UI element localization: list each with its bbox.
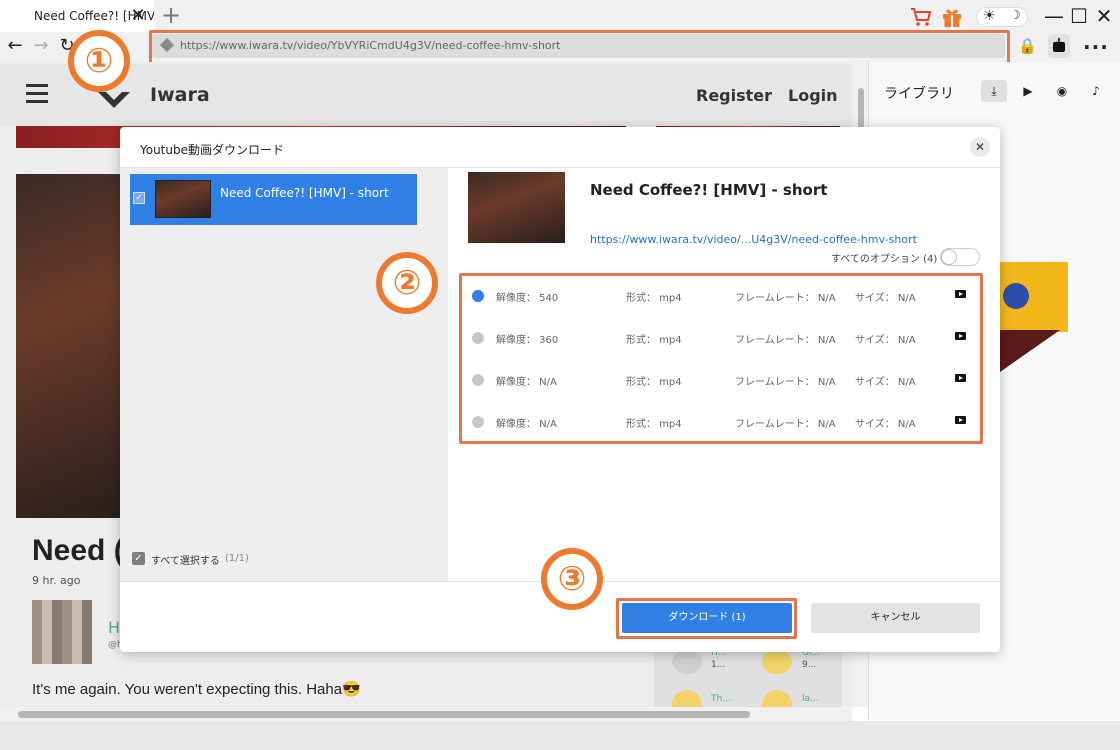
video-player[interactable] <box>16 174 120 518</box>
commenter-name[interactable]: H <box>108 618 120 637</box>
scrollbar-thumb[interactable] <box>18 711 750 718</box>
tab-close-icon[interactable]: ✕ <box>128 6 148 26</box>
select-count: (1/1) <box>225 553 249 564</box>
lock-icon[interactable]: 🔒 <box>1018 37 1037 55</box>
highlight-address-bar <box>149 30 1010 65</box>
size: サイズ： N/A <box>855 419 916 430</box>
video-preview <box>468 172 565 243</box>
cart-icon[interactable] <box>910 7 932 27</box>
close-icon[interactable]: ✕ <box>1092 4 1116 28</box>
sun-icon[interactable]: ☀ <box>983 8 996 24</box>
moon-icon[interactable]: ☽ <box>1010 8 1021 22</box>
resolution: 解像度： N/A <box>496 377 557 388</box>
framerate: フレームレート： N/A <box>735 419 836 430</box>
menu-icon[interactable] <box>26 84 48 103</box>
select-all-checkbox[interactable]: ✓ <box>132 552 145 565</box>
status-bar <box>0 721 1120 750</box>
size: サイズ： N/A <box>855 335 916 346</box>
item-checkbox[interactable]: ✓ <box>133 192 145 204</box>
format-row[interactable]: 解像度： N/A 形式： mp4 フレームレート： N/A サイズ： N/A <box>468 364 978 394</box>
format-row[interactable]: 解像度： 360 形式： mp4 フレームレート： N/A サイズ： N/A <box>468 322 978 352</box>
item-label: Need Coffee?! [HMV] - short <box>220 186 389 200</box>
dialog-title: Youtube動画ダウンロード <box>140 143 284 157</box>
resolution: 解像度： N/A <box>496 419 557 430</box>
resolution: 解像度： 360 <box>496 335 559 346</box>
format-radio[interactable] <box>472 416 484 428</box>
resolution: 解像度： 540 <box>496 293 559 304</box>
format-radio[interactable] <box>472 374 484 386</box>
item-thumbnail <box>155 180 211 218</box>
avatar[interactable] <box>762 650 792 674</box>
forward-icon[interactable]: → <box>30 34 52 58</box>
framerate: フレームレート： N/A <box>735 335 836 346</box>
select-all-label[interactable]: すべて選択する <box>151 552 220 567</box>
maximize-icon[interactable]: ☐ <box>1067 4 1091 28</box>
login-link[interactable]: Login <box>788 86 838 105</box>
back-icon[interactable]: ← <box>4 34 26 58</box>
format-row[interactable]: 解像度： 540 形式： mp4 フレームレート： N/A サイズ： N/A <box>468 280 978 310</box>
video-icon[interactable]: ◉ <box>1049 80 1075 102</box>
toggle-knob[interactable] <box>941 249 957 265</box>
all-options-label: すべてのオプション (4) <box>831 254 938 265</box>
register-link[interactable]: Register <box>696 86 772 105</box>
format: 形式： mp4 <box>626 419 682 430</box>
format: 形式： mp4 <box>626 335 682 346</box>
side-user-name[interactable]: Th... <box>711 694 731 704</box>
video-list-pane <box>120 168 448 582</box>
format: 形式： mp4 <box>626 293 682 304</box>
comment-text: It's me again. You weren't expecting thi… <box>32 681 361 698</box>
size: サイズ： N/A <box>855 377 916 388</box>
download-icon[interactable]: ⤓ <box>981 80 1007 102</box>
gift-icon[interactable] <box>941 6 963 28</box>
play-icon[interactable] <box>955 332 966 340</box>
minimize-icon[interactable]: — <box>1042 4 1066 28</box>
library-title: ライブラリ <box>884 86 954 102</box>
download-button[interactable]: ダウンロード (1) <box>622 603 792 633</box>
avatar[interactable] <box>32 600 92 664</box>
more-icon[interactable]: ··· <box>1083 35 1109 59</box>
new-tab-icon[interactable]: + <box>160 3 182 27</box>
video-url[interactable]: https://www.iwara.tv/video/...U4g3V/need… <box>590 233 917 246</box>
promo-logo-icon <box>1003 283 1029 309</box>
dialog-close-icon[interactable]: ✕ <box>970 137 990 157</box>
play-icon[interactable] <box>955 416 966 424</box>
framerate: フレームレート： N/A <box>735 293 836 304</box>
download-icon[interactable] <box>1048 34 1070 58</box>
avatar[interactable] <box>672 650 702 674</box>
size: サイズ： N/A <box>855 293 916 304</box>
side-user-name[interactable]: la... <box>802 694 819 704</box>
video-heading: Need ( <box>32 534 124 567</box>
play-icon[interactable] <box>955 290 966 298</box>
audio-icon[interactable]: ♪ <box>1083 80 1109 102</box>
step-3-badge: ③ <box>541 548 603 610</box>
site-brand[interactable]: Iwara <box>150 84 210 106</box>
format-radio[interactable] <box>472 332 484 344</box>
framerate: フレームレート： N/A <box>735 377 836 388</box>
posted-time: 9 hr. ago <box>32 574 81 587</box>
format: 形式： mp4 <box>626 377 682 388</box>
play-icon[interactable] <box>955 374 966 382</box>
scrollbar-thumb[interactable] <box>858 88 864 128</box>
format-row[interactable]: 解像度： N/A 形式： mp4 フレームレート： N/A サイズ： N/A <box>468 406 978 436</box>
step-1-badge: ① <box>68 30 130 92</box>
cancel-button[interactable]: キャンセル <box>811 603 980 633</box>
step-2-badge: ② <box>376 252 438 314</box>
side-user-sub: 9... <box>802 660 817 670</box>
video-title: Need Coffee?! [HMV] - short <box>590 181 828 199</box>
side-user-sub: 1... <box>711 660 726 670</box>
format-radio[interactable] <box>472 290 484 302</box>
youtube-icon[interactable]: ▶ <box>1015 80 1041 102</box>
